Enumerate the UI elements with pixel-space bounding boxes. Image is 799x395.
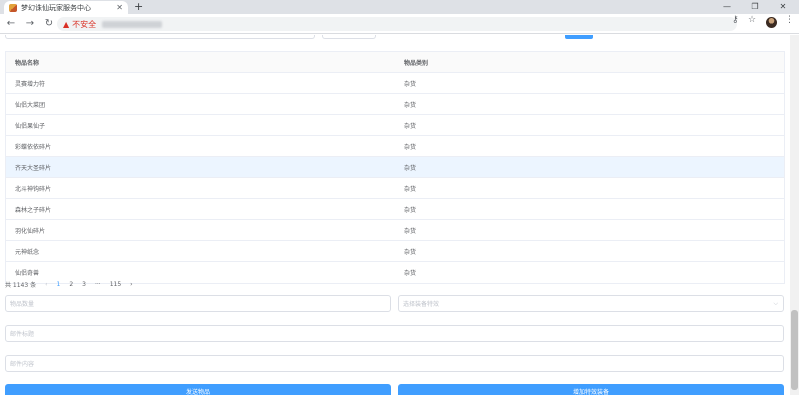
- restore-button[interactable]: ❐: [741, 0, 769, 14]
- next-page-icon[interactable]: ›: [130, 281, 132, 288]
- table-row[interactable]: 齐天大圣碎片 杂货: [6, 157, 784, 178]
- cell-item-name: 齐天大圣碎片: [15, 164, 52, 172]
- cell-item-category: 杂货: [404, 227, 417, 235]
- cell-item-category: 杂货: [404, 185, 417, 193]
- cell-item-name: 灵赛增力符: [15, 80, 46, 88]
- cell-item-name: 羽化仙碎片: [15, 227, 46, 235]
- column-header-category: 物品类别: [404, 59, 429, 67]
- cell-item-category: 杂货: [404, 270, 417, 277]
- url-text-redacted: [102, 20, 163, 28]
- cell-item-name: 元神纸念: [15, 248, 40, 256]
- page-1[interactable]: 1: [57, 281, 61, 288]
- cell-item-name: 仙侣奇兽: [15, 270, 40, 277]
- cell-item-category: 杂货: [404, 80, 417, 88]
- minimize-button[interactable]: —: [713, 0, 741, 14]
- cell-item-category: 杂货: [404, 164, 417, 172]
- table-row[interactable]: 仙侣果仙子 杂货: [6, 115, 784, 136]
- equip-effect-placeholder: 选择装备特效: [403, 301, 440, 308]
- item-quantity-input[interactable]: 物品数量: [5, 295, 391, 312]
- mail-title-placeholder: 邮件标题: [10, 331, 35, 338]
- bookmark-star-icon[interactable]: ☆: [748, 15, 756, 25]
- new-tab-button[interactable]: +: [134, 0, 143, 14]
- page-last[interactable]: 115: [110, 281, 121, 288]
- cell-item-category: 杂货: [404, 248, 417, 256]
- table-row[interactable]: 仙侣大菜团 杂货: [6, 94, 784, 115]
- top-input-fragment[interactable]: [5, 35, 315, 39]
- insecure-label: 不安全: [72, 19, 97, 29]
- table-row[interactable]: 北斗神钩碎片 杂货: [6, 178, 784, 199]
- warning-icon: ▲: [63, 19, 70, 29]
- chevron-down-icon: ⌵: [773, 299, 778, 307]
- cell-item-category: 杂货: [404, 206, 417, 214]
- item-quantity-placeholder: 物品数量: [10, 301, 35, 308]
- site-favicon-icon: [9, 3, 17, 12]
- page-3[interactable]: 3: [82, 281, 86, 288]
- table-row[interactable]: 彩蝶依依碎片 杂货: [6, 136, 784, 157]
- cell-item-name: 仙侣果仙子: [15, 122, 46, 130]
- cell-item-category: 杂货: [404, 101, 417, 109]
- browser-tab[interactable]: 梦幻诛仙玩家服务中心 ✕: [4, 1, 128, 14]
- table-header: 物品名称 物品类别: [6, 52, 784, 73]
- pagination: 共 1143 条 ‹ 1 2 3 ··· 115 ›: [5, 279, 142, 289]
- add-effect-equipment-button[interactable]: 增加特效装备: [398, 384, 784, 395]
- cell-item-category: 杂货: [404, 122, 417, 130]
- mail-title-input[interactable]: 邮件标题: [5, 325, 784, 342]
- cell-item-name: 仙侣大菜团: [15, 101, 46, 109]
- browser-tabstrip: 梦幻诛仙玩家服务中心 ✕ + — ❐ ✕: [0, 0, 799, 14]
- profile-avatar[interactable]: [766, 17, 777, 28]
- cell-item-name: 北斗神钩碎片: [15, 185, 52, 193]
- pagination-total: 共 1143 条: [5, 281, 37, 289]
- send-items-button[interactable]: 发送物品: [5, 384, 391, 395]
- cell-item-category: 杂货: [404, 143, 417, 151]
- table-row[interactable]: 森林之子碎片 杂货: [6, 199, 784, 220]
- cell-item-name: 彩蝶依依碎片: [15, 143, 52, 151]
- prev-page-icon[interactable]: ‹: [45, 281, 47, 288]
- back-icon[interactable]: ←: [3, 18, 19, 29]
- table-row[interactable]: 羽化仙碎片 杂货: [6, 220, 784, 241]
- items-table: 物品名称 物品类别 灵赛增力符 杂货 仙侣大菜团 杂货 仙侣果仙子 杂货 彩蝶依依碎片 杂货齐…: [5, 51, 785, 284]
- top-select-fragment[interactable]: [322, 35, 376, 39]
- forward-icon[interactable]: →: [22, 18, 38, 29]
- cell-item-name: 森林之子碎片: [15, 206, 52, 214]
- top-button-fragment[interactable]: [565, 35, 593, 39]
- page-content: 物品名称 物品类别 灵赛增力符 杂货 仙侣大菜团 杂货 仙侣果仙子 杂货 彩蝶依依碎片 杂货齐…: [0, 35, 790, 395]
- tab-title: 梦幻诛仙玩家服务中心: [21, 3, 91, 12]
- address-bar[interactable]: ▲ 不安全: [57, 17, 737, 31]
- window-close-button[interactable]: ✕: [769, 0, 797, 14]
- page-2[interactable]: 2: [69, 281, 73, 288]
- table-row[interactable]: 元神纸念 杂货: [6, 241, 784, 262]
- column-header-name: 物品名称: [15, 59, 40, 67]
- equip-effect-select[interactable]: 选择装备特效 ⌵: [398, 295, 784, 312]
- key-icon[interactable]: ⚷: [732, 15, 739, 25]
- tab-close-icon[interactable]: ✕: [116, 3, 123, 12]
- page-scrollbar[interactable]: [790, 35, 799, 395]
- mail-content-input[interactable]: 邮件内容: [5, 355, 784, 372]
- mail-content-placeholder: 邮件内容: [10, 361, 35, 368]
- menu-kebab-icon[interactable]: ⋮: [785, 15, 794, 25]
- scrollbar-thumb[interactable]: [791, 310, 798, 390]
- table-row[interactable]: 灵赛增力符 杂货: [6, 73, 784, 94]
- page-ellipsis[interactable]: ···: [95, 281, 101, 288]
- reload-icon[interactable]: ↻: [41, 18, 57, 29]
